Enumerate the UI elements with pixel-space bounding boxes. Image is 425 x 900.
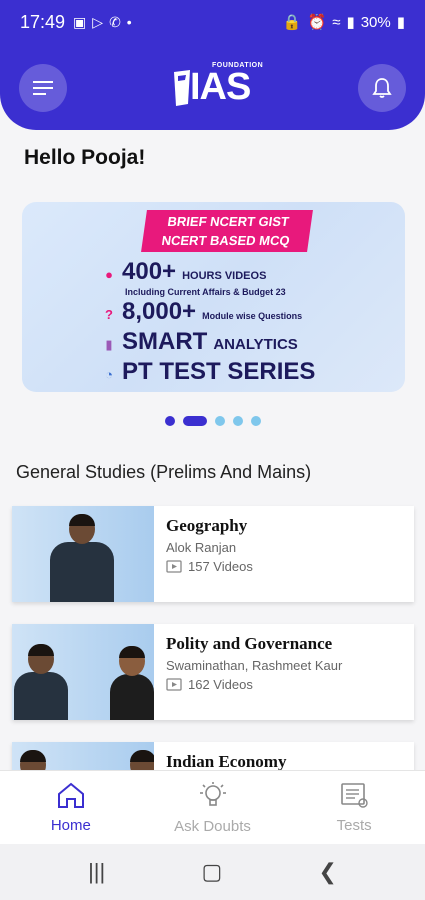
banner-row-questions: ? 8,000+ Module wise Questions bbox=[102, 298, 302, 326]
bell-icon bbox=[372, 78, 392, 98]
banner-tag: BRIEF NCERT GIST NCERT BASED MCQ bbox=[141, 210, 313, 252]
status-bar: 17:49 ▣ ▷ ✆ • 🔒 ⏰ ≈ ▮ 30% ▮ bbox=[0, 0, 425, 44]
course-card-geography[interactable]: Geography Alok Ranjan 157 Videos bbox=[12, 506, 414, 602]
play-store-icon: ▷ bbox=[92, 13, 104, 30]
bar-chart-icon: ▮ bbox=[105, 337, 113, 352]
home-icon bbox=[57, 782, 84, 808]
greeting-text: Hello Pooja! bbox=[24, 146, 146, 169]
back-icon[interactable]: ❮ bbox=[318, 859, 336, 885]
question-icon: ? bbox=[105, 307, 113, 322]
course-title: Geography bbox=[166, 516, 248, 535]
lightbulb-icon bbox=[199, 782, 226, 806]
missed-call-icon: ✆ bbox=[109, 13, 121, 30]
carousel-indicator bbox=[0, 416, 425, 426]
banner-subtext: Including Current Affairs & Budget 23 bbox=[125, 287, 286, 297]
nav-ask-doubts[interactable]: Ask Doubts bbox=[142, 771, 284, 844]
course-thumbnail bbox=[12, 624, 154, 720]
system-navigation-bar: ||| ▢ ❮ bbox=[0, 844, 425, 900]
app-header: FOUNDATION IAS bbox=[0, 44, 425, 130]
image-icon: ▣ bbox=[73, 13, 87, 30]
video-icon bbox=[166, 678, 182, 691]
banner-row-analytics: ▮ SMART ANALYTICS bbox=[102, 328, 297, 356]
nav-home[interactable]: Home bbox=[0, 771, 142, 844]
menu-button[interactable] bbox=[19, 64, 67, 112]
nav-home-label: Home bbox=[50, 817, 91, 834]
carousel-dot[interactable] bbox=[164, 416, 175, 426]
instructor-image bbox=[110, 646, 154, 720]
dot-icon: • bbox=[126, 14, 132, 30]
nav-ask-doubts-label: Ask Doubts bbox=[174, 818, 251, 835]
course-author: Alok Ranjan bbox=[166, 540, 237, 555]
test-paper-icon bbox=[341, 783, 368, 808]
wifi-icon: ≈ bbox=[332, 13, 341, 31]
banner-row-videos: ● 400+ HOURS VIDEOS bbox=[102, 258, 266, 286]
clock-icon: ◔ bbox=[105, 367, 113, 382]
nav-tests[interactable]: Tests bbox=[283, 771, 425, 844]
course-video-count: 162 Videos bbox=[188, 677, 253, 692]
battery-icon: ▮ bbox=[396, 14, 405, 31]
promo-banner[interactable]: BRIEF NCERT GIST NCERT BASED MCQ ● 400+ … bbox=[22, 202, 405, 392]
section-title: General Studies (Prelims And Mains) bbox=[16, 462, 312, 482]
carousel-dot[interactable] bbox=[250, 416, 261, 426]
battery-text: 30% bbox=[360, 13, 391, 31]
course-title: Indian Economy bbox=[166, 752, 287, 771]
menu-icon bbox=[33, 81, 53, 95]
signal-icon: ▮ bbox=[346, 14, 355, 31]
course-title: Polity and Governance bbox=[166, 634, 333, 653]
lock-icon: 🔒 bbox=[282, 14, 302, 31]
bottom-navigation: Home Ask Doubts Tests bbox=[0, 770, 425, 844]
course-thumbnail bbox=[12, 506, 154, 602]
course-author: Swaminathan, Rashmeet Kaur bbox=[166, 658, 343, 673]
course-card-polity[interactable]: Polity and Governance Swaminathan, Rashm… bbox=[12, 624, 414, 720]
play-icon: ● bbox=[105, 267, 113, 282]
status-time: 17:49 bbox=[20, 11, 66, 32]
alarm-icon: ⏰ bbox=[307, 14, 327, 31]
home-system-icon[interactable]: ▢ bbox=[201, 859, 222, 885]
logo-big-text: IAS bbox=[190, 66, 251, 108]
nav-tests-label: Tests bbox=[336, 817, 372, 834]
notifications-button[interactable] bbox=[358, 64, 406, 112]
course-video-count: 157 Videos bbox=[188, 559, 253, 574]
recent-apps-icon[interactable]: ||| bbox=[88, 859, 105, 885]
carousel-dot[interactable] bbox=[232, 416, 243, 426]
instructor-image bbox=[50, 514, 114, 602]
carousel-dot-current[interactable] bbox=[182, 416, 207, 426]
banner-row-test-series: ◔ PT TEST SERIES bbox=[102, 358, 315, 386]
carousel-dot[interactable] bbox=[214, 416, 225, 426]
video-icon bbox=[166, 560, 182, 573]
instructor-image bbox=[14, 644, 68, 720]
app-logo: FOUNDATION IAS bbox=[172, 56, 263, 112]
